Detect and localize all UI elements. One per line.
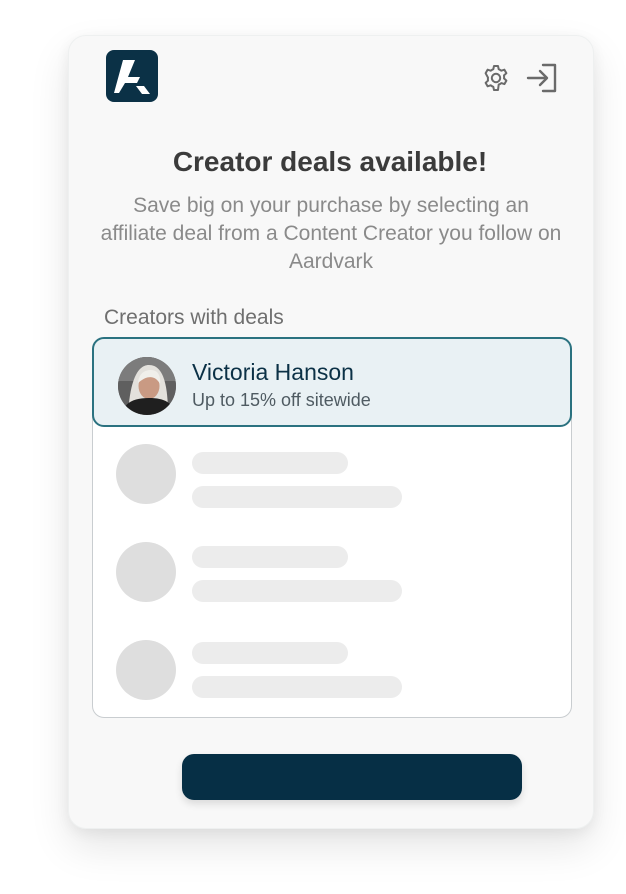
sign-in-icon [526,63,557,93]
avatar-photo [118,357,176,415]
creator-deal: Up to 15% off sitewide [192,390,371,410]
settings-button[interactable] [480,62,512,94]
placeholder-line [192,580,402,602]
placeholder-avatar [116,640,176,700]
page-subtitle: Save big on your purchase by selecting a… [100,194,562,273]
logo-mark-icon [114,60,150,94]
placeholder-line [192,676,402,698]
page-title: Creator deals available! [172,146,488,177]
placeholder-avatar [116,444,176,504]
sign-in-button[interactable] [524,60,560,96]
aardvark-logo [106,50,158,102]
placeholder-line [192,486,402,508]
primary-action-button[interactable] [182,754,522,800]
placeholder-line [192,452,348,474]
placeholder-line [192,546,348,568]
creator-name: Victoria Hanson [192,359,354,385]
gear-icon [484,65,508,91]
placeholder-avatar [116,542,176,602]
creator-avatar [118,357,176,415]
creators-section-label: Creators with deals [104,306,284,329]
placeholder-line [192,642,348,664]
